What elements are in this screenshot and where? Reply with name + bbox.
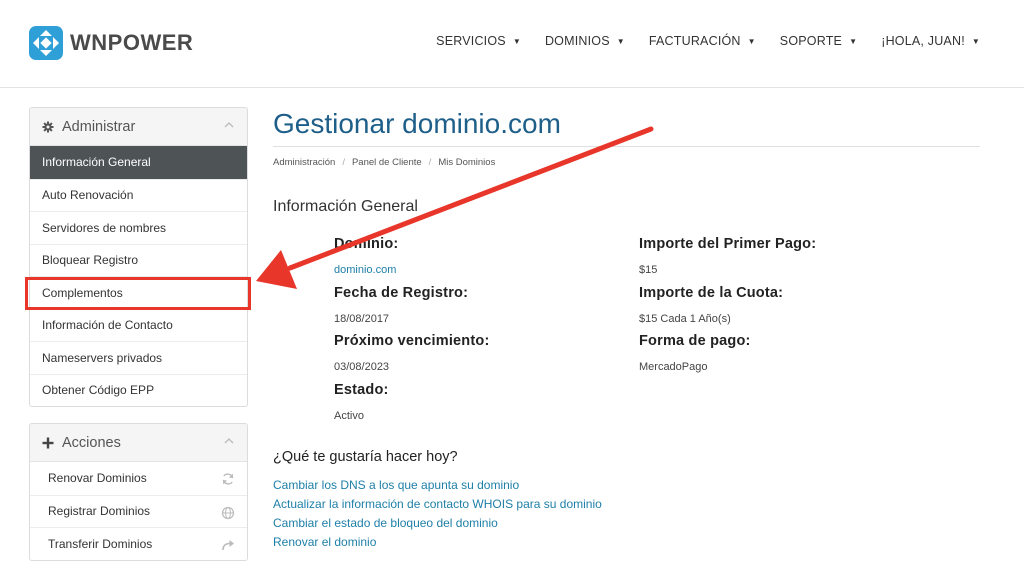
detail-next-due-date: Próximo vencimiento: 03/08/2023 [334, 333, 489, 373]
chevron-up-icon[interactable] [223, 119, 235, 131]
detail-label: Importe de la Cuota: [639, 285, 784, 301]
manage-panel-title: Administrar [62, 118, 136, 135]
sidebar-item-label: Complementos [42, 285, 123, 300]
action-label: Transferir Dominios [48, 536, 153, 551]
detail-value: $15 [639, 264, 658, 276]
nav-dominios[interactable]: DOMINIOS ▼ [545, 34, 625, 48]
detail-label: Fecha de Registro: [334, 285, 469, 301]
globe-icon [221, 506, 235, 519]
detail-registration-date: Fecha de Registro: 18/08/2017 [334, 285, 468, 325]
sidebar-item-informacion-de-contacto[interactable]: Información de Contacto [30, 308, 247, 342]
manage-menu: Información General Auto Renovación Serv… [30, 146, 247, 406]
actions-panel-title: Acciones [62, 434, 121, 451]
top-navbar: WNPOWER SERVICIOS ▼ DOMINIOS ▼ FACTURACIÓN… [0, 0, 1024, 88]
nav-user-menu[interactable]: ¡HOLA, JUAN! ▼ [881, 34, 980, 48]
sidebar-item-label: Información General [42, 155, 151, 170]
wnpower-logo-icon [29, 26, 63, 60]
action-registrar-dominios[interactable]: Registrar Dominios [30, 494, 247, 528]
detail-first-payment: Importe del Primer Pago: $15 [639, 236, 816, 276]
section-title: Información General [273, 198, 418, 215]
gear-icon [42, 121, 54, 132]
detail-value: 03/08/2023 [334, 361, 390, 373]
breadcrumb-separator: / [342, 157, 345, 168]
sidebar-item-label: Servidores de nombres [42, 220, 167, 235]
detail-value: MercadoPago [639, 361, 708, 373]
nav-label: SOPORTE [779, 34, 843, 48]
nav-label: DOMINIOS [544, 34, 610, 48]
sidebar-item-label: Auto Renovación [42, 188, 134, 203]
nav-label: SERVICIOS [436, 34, 506, 48]
caret-down-icon: ▼ [971, 36, 980, 46]
nav-servicios[interactable]: SERVICIOS ▼ [436, 34, 521, 48]
detail-label: Importe del Primer Pago: [639, 236, 817, 252]
brand-logo[interactable]: WNPOWER [28, 25, 193, 61]
sidebar-item-nameservers-privados[interactable]: Nameservers privados [30, 341, 247, 374]
caret-down-icon: ▼ [616, 36, 625, 46]
brand-name: WNPOWER [70, 30, 194, 55]
main-nav: SERVICIOS ▼ DOMINIOS ▼ FACTURACIÓN ▼ SOPORT… [412, 34, 980, 48]
actions-menu: Renovar Dominios Registrar Dominios Tran… [30, 462, 247, 560]
sidebar-item-obtener-codigo-epp[interactable]: Obtener Código EPP [30, 373, 247, 407]
breadcrumb-separator: / [428, 157, 432, 168]
nav-label: FACTURACIÓN [648, 34, 741, 48]
detail-recurring-amount: Importe de la Cuota: $15 Cada 1 Año(s) [639, 285, 783, 325]
nav-soporte[interactable]: SOPORTE ▼ [780, 34, 857, 48]
breadcrumb-item: Mis Dominios [438, 157, 496, 168]
page-title: Gestionar dominio.com [273, 108, 561, 139]
sidebar-item-auto-renovacion[interactable]: Auto Renovación [30, 178, 247, 212]
manage-panel: Administrar Información General Auto Ren… [29, 107, 248, 407]
action-renovar-dominios[interactable]: Renovar Dominios [30, 462, 247, 495]
sidebar-item-label: Nameservers privados [42, 350, 163, 365]
sidebar-item-informacion-general[interactable]: Información General [30, 146, 247, 179]
breadcrumb-item[interactable]: Panel de Cliente [352, 157, 422, 168]
breadcrumb: Administración / Panel de Cliente / Mis Do… [273, 157, 495, 168]
domain-link[interactable]: dominio.com [334, 264, 398, 276]
detail-value: 18/08/2017 [334, 313, 390, 325]
actions-panel-header[interactable]: Acciones [30, 424, 247, 462]
manage-panel-header[interactable]: Administrar [30, 108, 247, 146]
action-label: Registrar Dominios [48, 504, 151, 519]
detail-label: Próximo vencimiento: [334, 333, 490, 349]
actions-panel: Acciones Renovar Dominios Registrar Domi… [29, 423, 248, 561]
breadcrumb-item[interactable]: Administración [273, 157, 335, 168]
plus-icon [42, 437, 54, 448]
detail-label: Estado: [334, 382, 389, 398]
link-update-whois[interactable]: Actualizar la información de contacto WH… [273, 497, 602, 511]
sidebar-item-complementos[interactable]: Complementos [30, 276, 247, 309]
sidebar-item-label: Información de Contacto [42, 318, 173, 333]
detail-payment-method: Forma de pago: MercadoPago [639, 333, 751, 373]
detail-label: Dominio: [334, 236, 399, 252]
caret-down-icon: ▼ [747, 36, 756, 46]
link-change-lock[interactable]: Cambiar el estado de bloqueo del dominio [273, 516, 498, 530]
link-change-dns[interactable]: Cambiar los DNS a los que apunta su domi… [273, 478, 519, 492]
action-transferir-dominios[interactable]: Transferir Dominios [30, 527, 247, 560]
sidebar-item-servidores-de-nombres[interactable]: Servidores de nombres [30, 211, 247, 244]
title-divider [273, 146, 980, 147]
action-label: Renovar Dominios [48, 471, 147, 486]
caret-down-icon: ▼ [512, 36, 521, 46]
sidebar-item-label: Bloquear Registro [42, 253, 139, 268]
sidebar-item-label: Obtener Código EPP [42, 383, 155, 398]
sidebar-item-bloquear-registro[interactable]: Bloquear Registro [30, 243, 247, 277]
nav-label: ¡HOLA, JUAN! [881, 34, 965, 48]
share-arrow-icon [222, 540, 234, 551]
detail-label: Forma de pago: [639, 333, 751, 349]
actions-question: ¿Qué te gustaría hacer hoy? [273, 449, 458, 465]
page: WNPOWER SERVICIOS ▼ DOMINIOS ▼ FACTURACIÓN… [0, 0, 1024, 570]
detail-domain: Dominio: dominio.com [334, 236, 398, 276]
caret-down-icon: ▼ [849, 36, 858, 46]
detail-value: Activo [334, 410, 364, 422]
detail-status: Estado: Activo [334, 382, 389, 422]
link-renew-domain[interactable]: Renovar el dominio [273, 535, 376, 549]
refresh-icon [222, 473, 234, 485]
detail-value: $15 Cada 1 Año(s) [639, 313, 731, 325]
nav-facturacion[interactable]: FACTURACIÓN ▼ [649, 34, 756, 48]
chevron-up-icon[interactable] [223, 435, 235, 447]
